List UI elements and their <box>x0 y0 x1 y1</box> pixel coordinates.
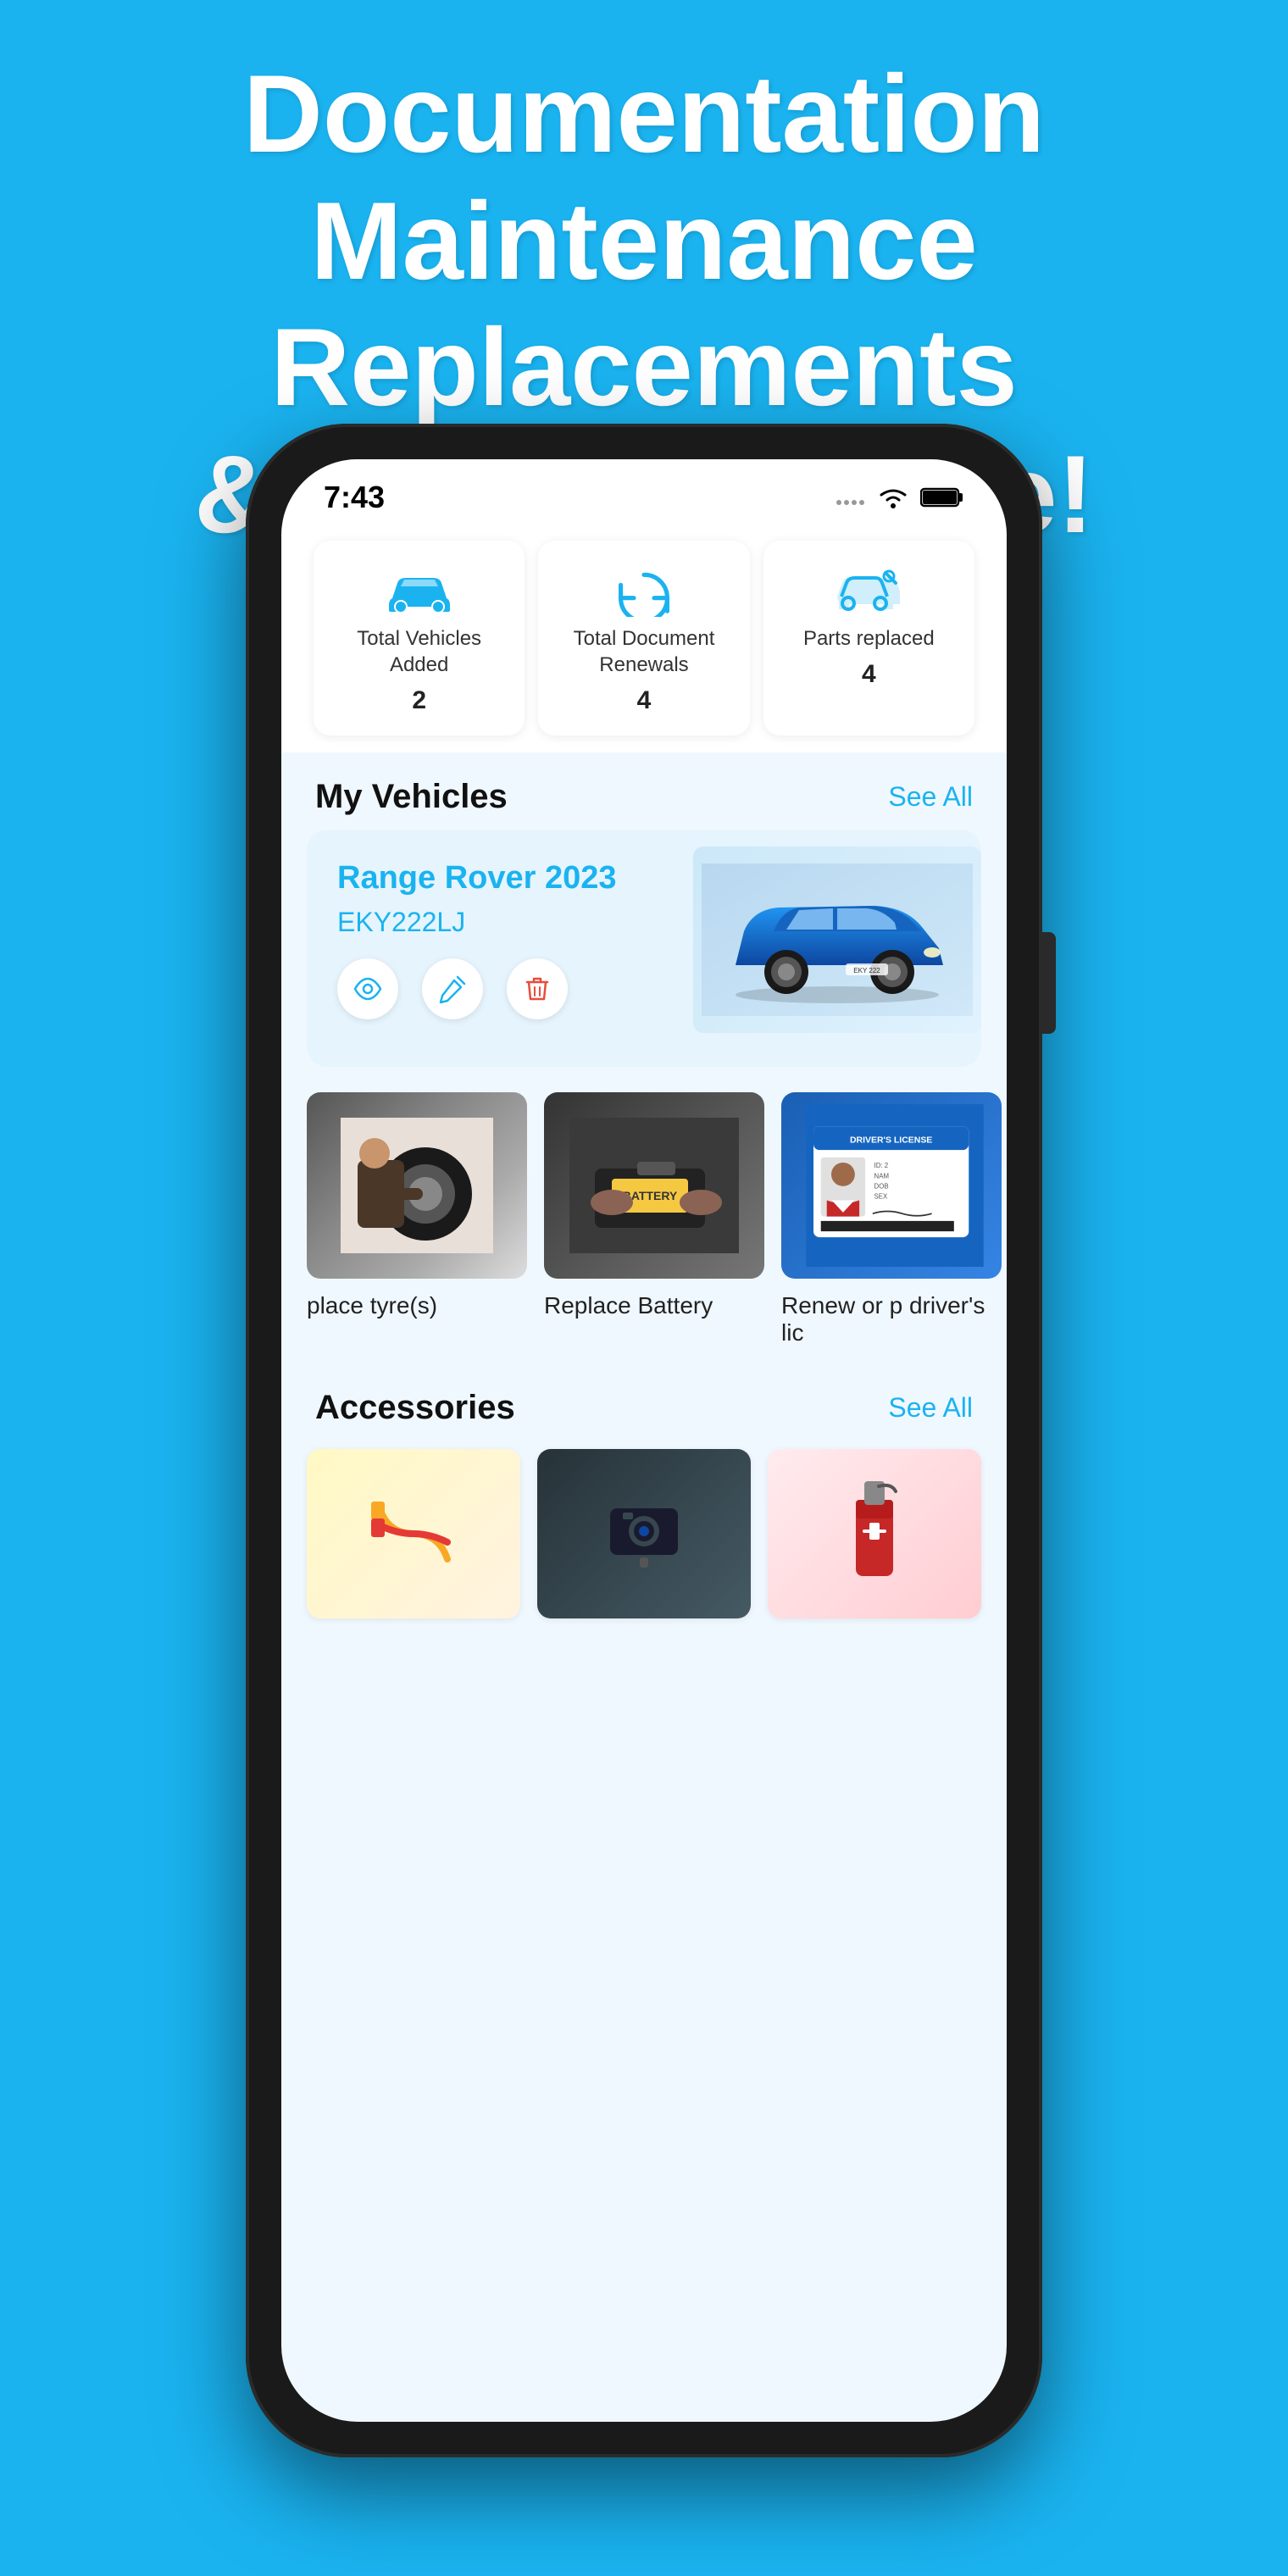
battery-thumbnail: BATTERY <box>544 1092 764 1279</box>
trash-icon <box>522 974 552 1004</box>
svg-text:DRIVER'S LICENSE: DRIVER'S LICENSE <box>850 1136 932 1146</box>
accessories-see-all[interactable]: See All <box>888 1392 973 1424</box>
vehicle-card: Range Rover 2023 EKY222LJ <box>307 830 981 1067</box>
extinguisher-icon <box>832 1474 917 1593</box>
stats-row: Total Vehicles Added 2 Total Document Re… <box>281 524 1007 752</box>
signal-icon <box>836 489 866 506</box>
battery-icon <box>920 486 964 509</box>
battery-image: BATTERY <box>544 1092 764 1279</box>
service-label-battery: Replace Battery <box>544 1292 713 1319</box>
dashcam-icon <box>593 1491 695 1576</box>
my-vehicles-header: My Vehicles See All <box>281 752 1007 830</box>
stat-label-renewals: Total Document Renewals <box>555 625 732 678</box>
accessory-card-3[interactable] <box>768 1449 981 1618</box>
service-item-license[interactable]: DRIVER'S LICENSE ID: 2 NAM DOB <box>781 1092 1002 1346</box>
edit-vehicle-button[interactable] <box>422 958 483 1019</box>
svg-text:ID: 2: ID: 2 <box>874 1162 889 1169</box>
accessory-card-2[interactable] <box>537 1449 751 1618</box>
status-time: 7:43 <box>324 480 385 515</box>
delete-vehicle-button[interactable] <box>507 958 568 1019</box>
phone-screen: 7:43 <box>281 459 1007 2422</box>
service-item-battery[interactable]: BATTERY Replace Battery <box>544 1092 764 1346</box>
svg-text:NAM: NAM <box>874 1173 889 1180</box>
bottom-area <box>281 1627 1007 1796</box>
license-image: DRIVER'S LICENSE ID: 2 NAM DOB <box>781 1092 1002 1279</box>
view-vehicle-button[interactable] <box>337 958 398 1019</box>
phone-device: 7:43 <box>246 424 1042 2457</box>
stat-card-renewals: Total Document Renewals 4 <box>538 541 749 736</box>
eye-icon <box>353 974 383 1004</box>
hero-line1: Documentation <box>243 52 1045 175</box>
status-bar: 7:43 <box>281 459 1007 524</box>
stat-card-parts: Parts replaced 4 <box>763 541 974 736</box>
car-icon <box>386 566 453 617</box>
svg-text:SEX: SEX <box>874 1193 888 1201</box>
tire-image <box>307 1092 527 1279</box>
accessory-card-1[interactable] <box>307 1449 520 1618</box>
wifi-icon <box>876 485 910 510</box>
svg-text:DOB: DOB <box>874 1183 889 1191</box>
stat-value-parts: 4 <box>862 660 876 689</box>
hero-line3: Replacements <box>270 305 1018 429</box>
hero-line2: Maintenance <box>310 179 977 303</box>
accessories-row <box>281 1441 1007 1627</box>
service-label-license: Renew or p driver's lic <box>781 1292 985 1346</box>
svg-text:EKY 222: EKY 222 <box>853 967 880 974</box>
license-thumbnail: DRIVER'S LICENSE ID: 2 NAM DOB <box>781 1092 1002 1279</box>
refresh-icon <box>610 566 678 617</box>
my-vehicles-title: My Vehicles <box>315 778 508 816</box>
accessories-title: Accessories <box>315 1389 515 1427</box>
tyre-thumbnail <box>307 1092 527 1279</box>
car-wrench-icon <box>835 566 902 617</box>
vehicle-image: EKY 222 <box>693 847 981 1033</box>
cables-icon <box>363 1483 464 1585</box>
accessories-header: Accessories See All <box>281 1363 1007 1441</box>
edit-icon <box>437 974 468 1004</box>
service-label-tyre: place tyre(s) <box>307 1292 437 1319</box>
stat-card-vehicles: Total Vehicles Added 2 <box>314 541 525 736</box>
service-items-row: place tyre(s) BATTERY <box>281 1084 1007 1363</box>
side-button <box>1042 932 1056 1034</box>
stat-label-parts: Parts replaced <box>803 625 935 652</box>
service-item-tyre[interactable]: place tyre(s) <box>307 1092 527 1346</box>
status-icons <box>836 485 964 510</box>
my-vehicles-see-all[interactable]: See All <box>888 781 973 813</box>
stat-value-renewals: 4 <box>637 686 652 715</box>
stat-label-vehicles: Total Vehicles Added <box>330 625 508 678</box>
stat-value-vehicles: 2 <box>412 686 426 715</box>
